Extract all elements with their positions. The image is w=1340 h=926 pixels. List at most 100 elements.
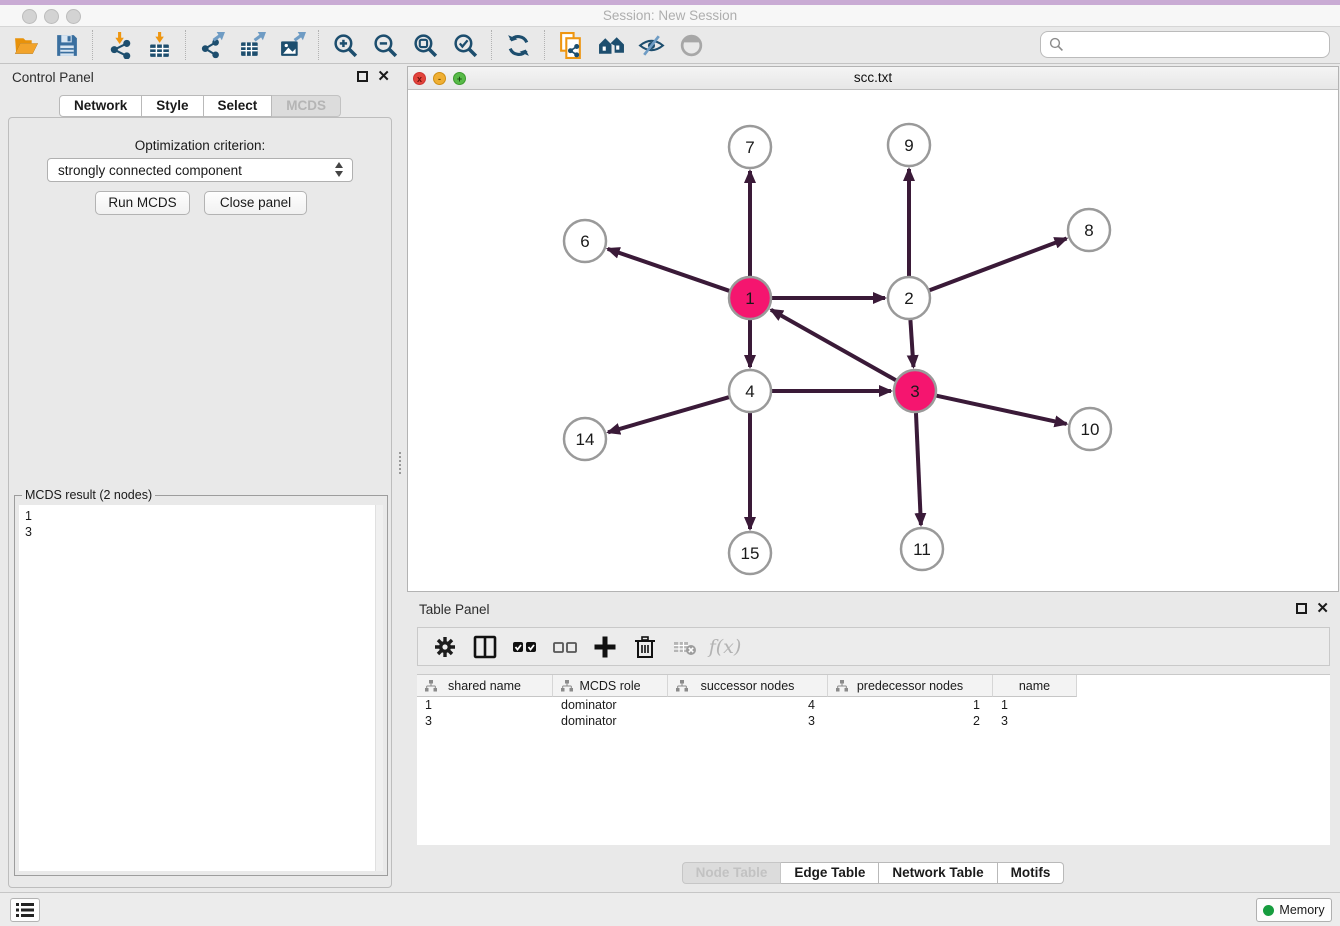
memory-button[interactable]: Memory [1256, 898, 1332, 922]
graph-node-14[interactable]: 14 [564, 418, 606, 460]
svg-text:10: 10 [1081, 420, 1100, 439]
float-table-panel-icon[interactable] [1296, 603, 1307, 614]
panel-splitter[interactable] [399, 452, 404, 474]
graph-node-4[interactable]: 4 [729, 370, 771, 412]
graph-node-7[interactable]: 7 [729, 126, 771, 168]
result-line: 3 [25, 524, 377, 540]
column-header-successor-nodes[interactable]: successor nodes [668, 675, 828, 697]
column-header-mcds-role[interactable]: MCDS role [553, 675, 668, 697]
graph-edge-3-11[interactable] [916, 413, 921, 525]
export-image-button[interactable] [272, 29, 312, 61]
zoom-in-button[interactable] [325, 29, 365, 61]
hide-selected-button[interactable] [631, 29, 671, 61]
graph-edge-2-3[interactable] [910, 320, 913, 367]
result-scrollbar[interactable] [375, 505, 383, 871]
graph-node-11[interactable]: 11 [901, 528, 943, 570]
svg-text:9: 9 [904, 136, 913, 155]
export-table-button[interactable] [232, 29, 272, 61]
cell-predecessor-nodes: 2 [828, 713, 993, 729]
close-panel-icon[interactable]: ✕ [377, 71, 390, 82]
delete-column-button[interactable] [632, 634, 658, 660]
graph-node-10[interactable]: 10 [1069, 408, 1111, 450]
tab-style[interactable]: Style [142, 95, 203, 117]
graph-node-1[interactable]: 1 [729, 277, 771, 319]
svg-text:3: 3 [910, 382, 919, 401]
toolbar-separator [185, 30, 186, 60]
fit-content-button[interactable] [405, 29, 445, 61]
table-toolbar: f(x) [417, 627, 1330, 666]
column-header-shared-name[interactable]: shared name [417, 675, 553, 697]
table-panel: Table Panel ✕ f(x) [407, 596, 1339, 890]
graph-edge-4-14[interactable] [608, 397, 729, 432]
first-neighbors-button[interactable] [591, 29, 631, 61]
svg-text:11: 11 [913, 540, 931, 559]
close-table-panel-icon[interactable]: ✕ [1316, 603, 1329, 614]
control-panel: Control Panel ✕ Network Style Select MCD… [0, 64, 400, 892]
svg-text:8: 8 [1084, 221, 1093, 240]
function-builder-button: f(x) [712, 634, 738, 660]
graph-edge-3-1[interactable] [771, 310, 896, 380]
search-input[interactable] [1064, 35, 1329, 55]
memory-label: Memory [1279, 903, 1324, 917]
search-box[interactable] [1040, 31, 1330, 58]
table-settings-button[interactable] [432, 634, 458, 660]
tab-motifs[interactable]: Motifs [998, 862, 1065, 884]
clone-network-button[interactable] [551, 29, 591, 61]
tab-node-table[interactable]: Node Table [682, 862, 782, 884]
cell-successor-nodes: 4 [668, 697, 828, 713]
svg-text:4: 4 [745, 382, 754, 401]
tab-network-table[interactable]: Network Table [879, 862, 997, 884]
session-title: Session: New Session [0, 8, 1340, 23]
graph-node-8[interactable]: 8 [1068, 209, 1110, 251]
zoom-selected-button[interactable] [445, 29, 485, 61]
graph-edge-1-6[interactable] [608, 249, 730, 291]
tab-edge-table[interactable]: Edge Table [781, 862, 879, 884]
select-all-checkboxes-icon[interactable] [512, 634, 538, 660]
import-table-button[interactable] [139, 29, 179, 61]
refresh-network-button[interactable] [498, 29, 538, 61]
zoom-out-button[interactable] [365, 29, 405, 61]
run-mcds-button[interactable]: Run MCDS [95, 191, 190, 215]
show-panels-button[interactable] [10, 898, 40, 922]
close-panel-button[interactable]: Close panel [204, 191, 307, 215]
table-row[interactable]: 1 dominator 4 1 1 [417, 697, 1330, 713]
svg-text:7: 7 [745, 138, 754, 157]
mcds-result-textarea[interactable]: 1 3 [19, 505, 383, 871]
tab-mcds[interactable]: MCDS [272, 95, 341, 117]
control-panel-title: Control Panel [12, 70, 94, 85]
table-tabs: Node Table Edge Table Network Table Moti… [407, 862, 1339, 884]
add-column-button[interactable] [592, 634, 618, 660]
float-panel-icon[interactable] [357, 71, 368, 82]
cell-mcds-role: dominator [553, 697, 668, 713]
network-graph[interactable]: 7 9 6 8 1 2 4 3 14 10 15 11 [408, 90, 1338, 591]
graph-node-3[interactable]: 3 [894, 370, 936, 412]
graph-node-15[interactable]: 15 [729, 532, 771, 574]
graph-edge-2-8[interactable] [930, 238, 1067, 290]
optimization-criterion-select[interactable]: strongly connected component [47, 158, 353, 182]
split-columns-icon[interactable] [472, 634, 498, 660]
import-network-button[interactable] [99, 29, 139, 61]
cell-name: 1 [993, 697, 1077, 713]
column-header-predecessor-nodes[interactable]: predecessor nodes [828, 675, 993, 697]
open-session-button[interactable] [6, 29, 46, 61]
deselect-all-checkboxes-icon[interactable] [552, 634, 578, 660]
network-window-title: scc.txt [408, 70, 1338, 85]
tab-network[interactable]: Network [59, 95, 142, 117]
graph-edge-3-10[interactable] [936, 396, 1066, 424]
column-header-name[interactable]: name [993, 675, 1077, 697]
table-panel-title: Table Panel [419, 602, 490, 617]
graph-node-6[interactable]: 6 [564, 220, 606, 262]
tab-select[interactable]: Select [204, 95, 273, 117]
cell-successor-nodes: 3 [668, 713, 828, 729]
svg-text:6: 6 [580, 232, 589, 251]
cell-predecessor-nodes: 1 [828, 697, 993, 713]
cell-name: 3 [993, 713, 1077, 729]
cell-shared-name: 1 [417, 697, 553, 713]
network-canvas[interactable]: 7 9 6 8 1 2 4 3 14 10 15 11 [408, 90, 1338, 591]
export-network-button[interactable] [192, 29, 232, 61]
toolbar-separator [491, 30, 492, 60]
table-row[interactable]: 3 dominator 3 2 3 [417, 713, 1330, 729]
graph-node-9[interactable]: 9 [888, 124, 930, 166]
graph-node-2[interactable]: 2 [888, 277, 930, 319]
save-session-button[interactable] [46, 29, 86, 61]
